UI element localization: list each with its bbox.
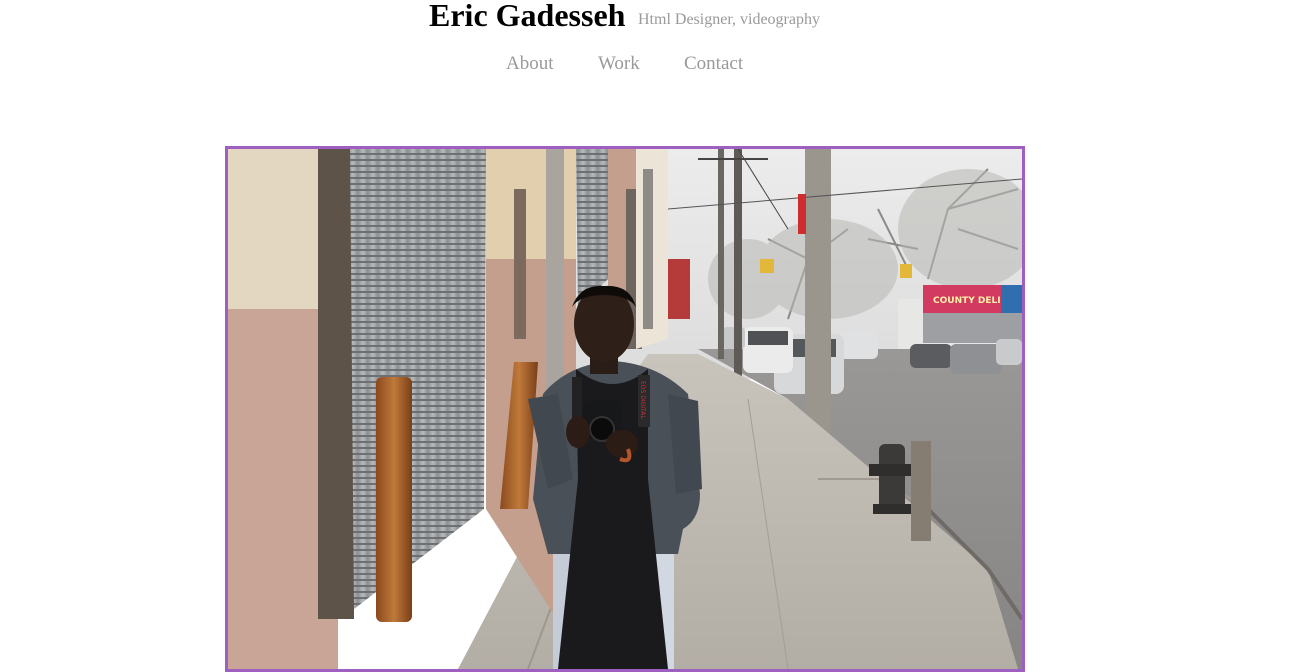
street-photo: COUNTY DELI EOS DIGITAL — [228, 149, 1022, 669]
hero-image: COUNTY DELI EOS DIGITAL — [225, 146, 1025, 672]
nav-link-contact[interactable]: Contact — [684, 53, 743, 75]
site-tagline: Html Designer, videography — [638, 11, 820, 28]
svg-text:COUNTY DELI: COUNTY DELI — [933, 296, 1001, 306]
site-header: Eric Gadesseh Html Designer, videography — [0, 0, 1295, 40]
site-title[interactable]: Eric Gadesseh — [429, 0, 625, 34]
roll-shutter — [350, 149, 486, 609]
rusty-bollard — [376, 377, 412, 622]
main-nav: About Work Contact — [0, 53, 1295, 79]
svg-text:EOS DIGITAL: EOS DIGITAL — [639, 381, 646, 419]
nav-link-about[interactable]: About — [506, 53, 554, 75]
nav-link-work[interactable]: Work — [598, 53, 640, 75]
fire-hydrant — [879, 444, 905, 514]
